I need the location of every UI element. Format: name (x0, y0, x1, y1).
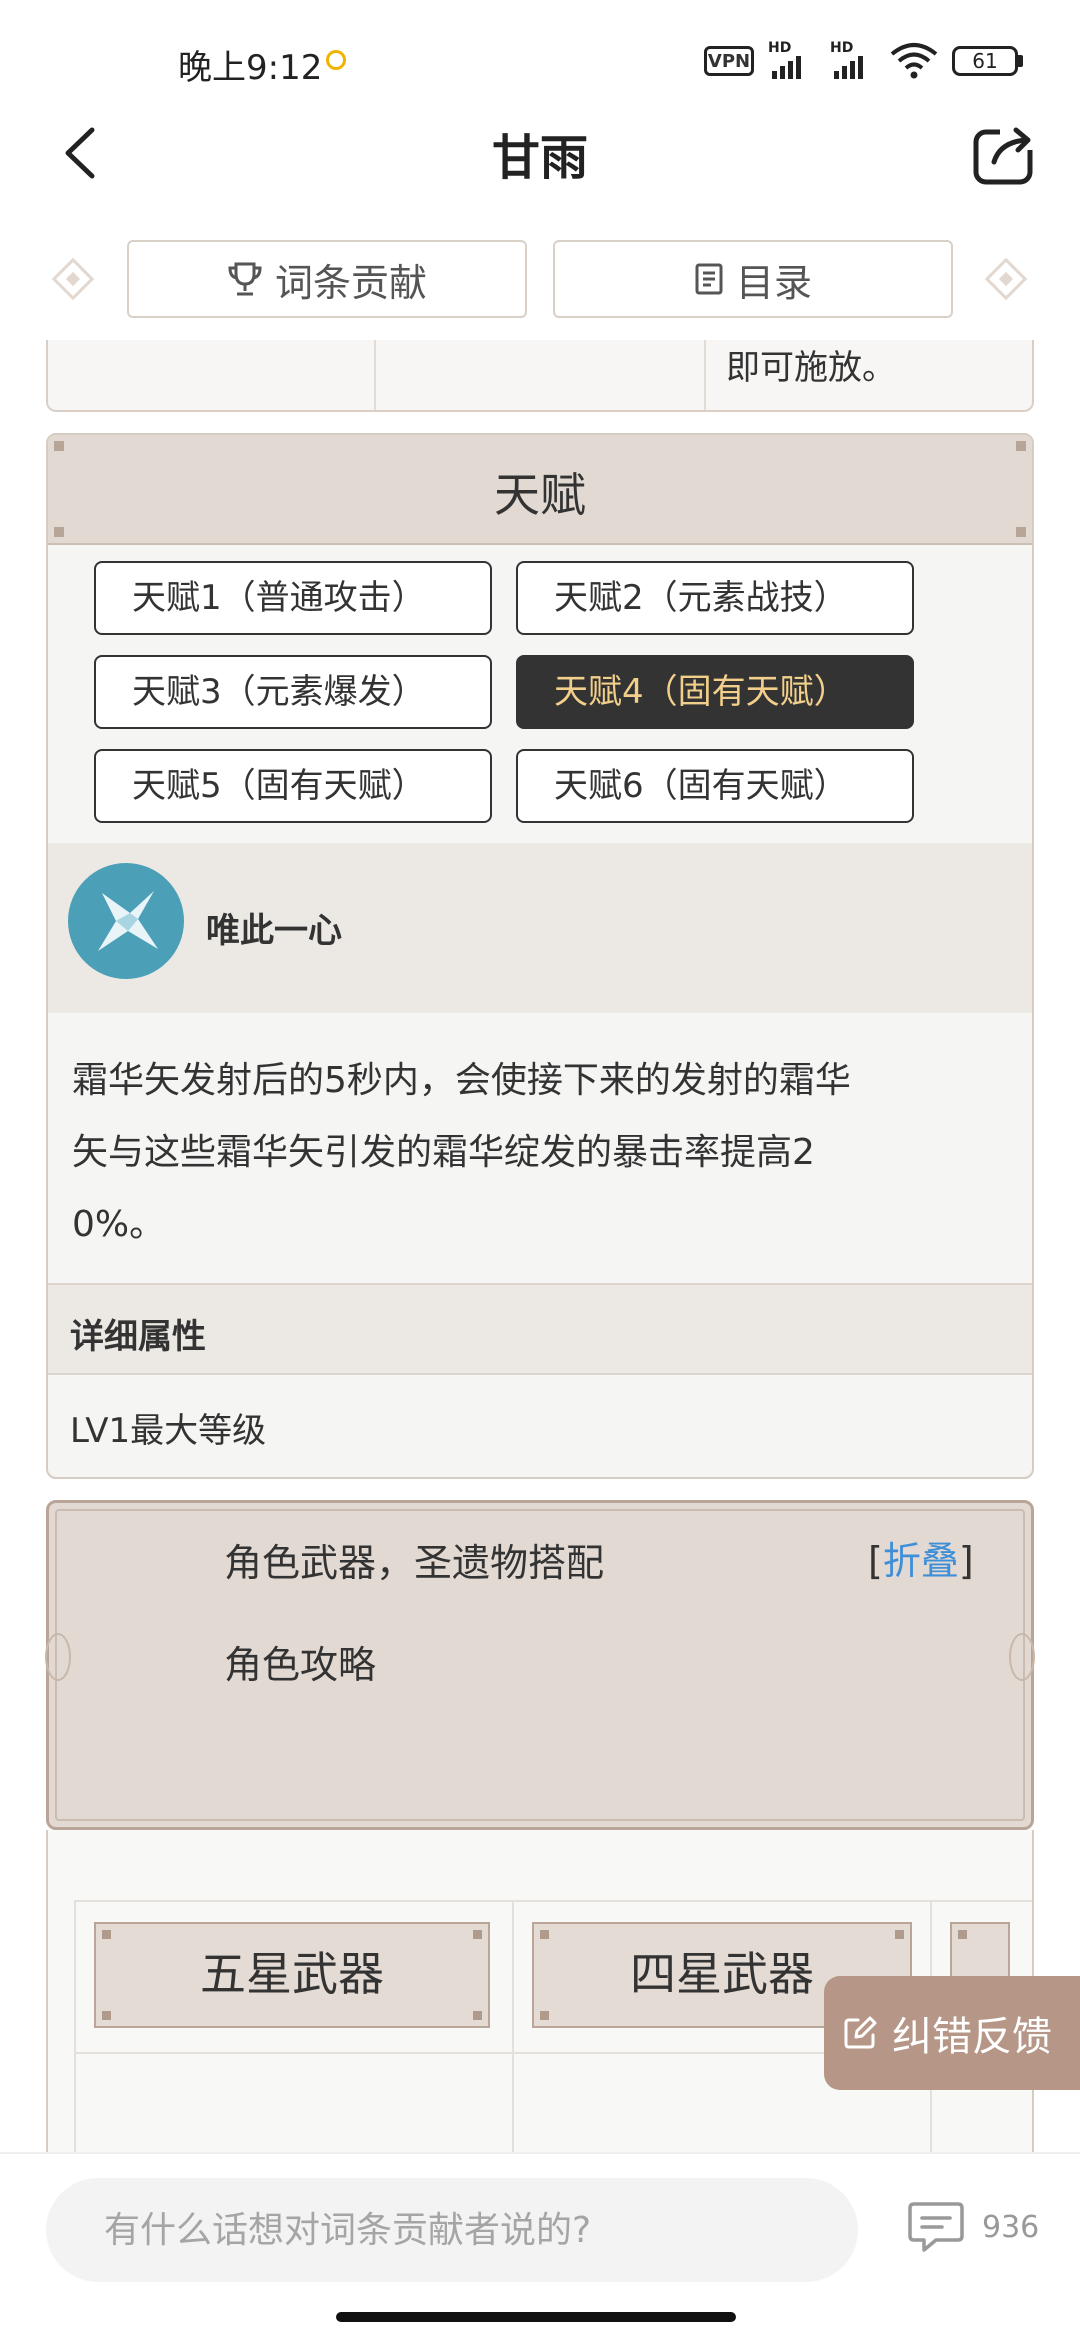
skill-description: 霜华矢发射后的5秒内，会使接下来的发射的霜华 矢与这些霜华矢引发的霜华绽发的暴击… (72, 1045, 1012, 1261)
share-button[interactable] (970, 120, 1040, 190)
collapse-bracket-close: ] (958, 1539, 974, 1583)
talent-header: 天赋 (48, 435, 1032, 545)
collapse-link[interactable]: 折叠 (883, 1539, 959, 1583)
comment-input[interactable] (46, 2178, 858, 2282)
catalog-tab-label: 目录 (735, 260, 812, 305)
five-star-weapon-tab[interactable]: 五星武器 (94, 1922, 490, 2028)
comment-icon[interactable] (906, 2196, 966, 2256)
page-title: 甘雨 (491, 130, 588, 186)
signal-hd-label: HD (768, 40, 792, 56)
signal-icon: HD (768, 40, 820, 80)
skill-name: 唯此一心 (206, 911, 342, 951)
skill-description-line: 霜华矢发射后的5秒内，会使接下来的发射的霜华 (72, 1060, 851, 1101)
talent-tab-4[interactable]: 天赋4（固有天赋） (516, 655, 914, 729)
notification-icon (326, 50, 346, 70)
trophy-icon (228, 262, 262, 296)
vpn-icon: VPN (704, 46, 754, 76)
detail-header: 详细属性 (48, 1283, 1032, 1375)
talent-tab-5[interactable]: 天赋5（固有天赋） (94, 749, 492, 823)
detail-title: 详细属性 (70, 1317, 206, 1357)
signal-hd-label-2: HD (830, 40, 854, 56)
signal-icon-2: HD (830, 40, 882, 80)
detail-value: LV1最大等级 (70, 1411, 267, 1451)
edit-icon (844, 2016, 877, 2049)
weapon-artifact-link[interactable]: 角色武器，圣遗物搭配 (224, 1532, 604, 1587)
battery-icon: 61 (952, 46, 1018, 76)
diamond-ornament-left-icon (51, 257, 95, 301)
wifi-icon (890, 43, 938, 79)
skill-row: 唯此一心 (48, 843, 1032, 1013)
collapse-toggle[interactable]: [折叠] (868, 1530, 974, 1585)
skill-icon (68, 863, 184, 979)
diamond-ornament-right-icon (984, 257, 1028, 301)
skill-description-line: 矢与这些霜华矢引发的霜华绽发的暴击率提高2 (72, 1132, 815, 1173)
skill-description-line: 0%。 (72, 1204, 166, 1245)
collapse-bracket-open: [ (868, 1539, 883, 1583)
talent-tab-1[interactable]: 天赋1（普通攻击） (94, 561, 492, 635)
talent-tab-6[interactable]: 天赋6（固有天赋） (516, 749, 914, 823)
talent-tab-2[interactable]: 天赋2（元素战技） (516, 561, 914, 635)
previous-table-text: 即可施放。 (726, 348, 896, 388)
document-icon (695, 263, 723, 295)
contribute-tab-label: 词条贡献 (274, 260, 427, 305)
talent-tab-3[interactable]: 天赋3（元素爆发） (94, 655, 492, 729)
ornament-right-icon (1009, 1633, 1035, 1681)
talent-section: 天赋 天赋1（普通攻击） 天赋2（元素战技） 天赋3（元素爆发） 天赋4（固有天… (46, 433, 1034, 1479)
talent-title: 天赋 (494, 468, 586, 522)
contribute-tab[interactable]: 词条贡献 (127, 240, 527, 318)
character-guide-link[interactable]: 角色攻略 (224, 1634, 376, 1689)
battery-tip (1018, 55, 1023, 67)
four-star-weapon-label: 四星武器 (630, 1947, 814, 2001)
ornament-left-icon (45, 1633, 71, 1681)
home-indicator (336, 2312, 736, 2322)
feedback-button[interactable]: 纠错反馈 (824, 1976, 1080, 2090)
catalog-tab[interactable]: 目录 (553, 240, 953, 318)
feedback-label: 纠错反馈 (892, 2014, 1052, 2060)
comment-count: 936 (982, 2210, 1040, 2245)
five-star-weapon-label: 五星武器 (200, 1947, 384, 2001)
status-time: 晚上9:12 (178, 48, 323, 88)
